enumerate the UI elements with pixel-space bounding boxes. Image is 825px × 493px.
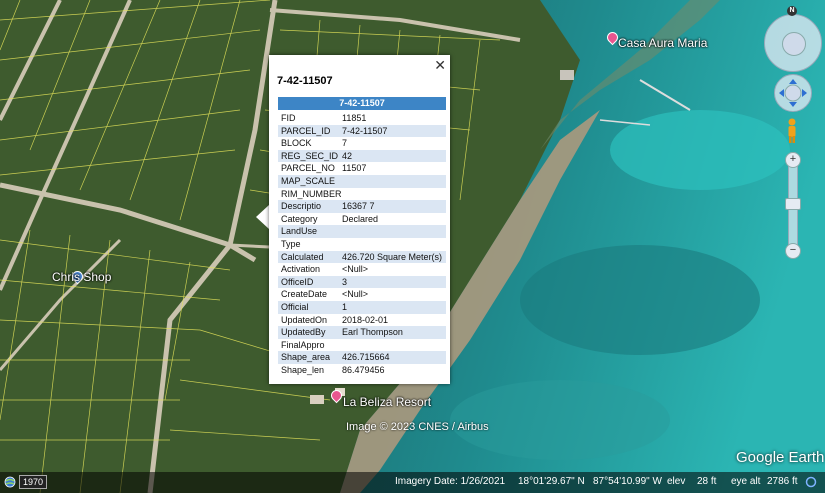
popup-pointer <box>256 205 269 229</box>
attribute-key: Descriptio <box>281 201 322 212</box>
attribute-key: Category <box>281 213 318 224</box>
elevation-value: 28 ft <box>697 476 717 487</box>
attribute-key: LandUse <box>281 226 318 237</box>
attribute-value: 2018-02-01 <box>342 314 389 325</box>
attribute-value: 86.479456 <box>342 364 385 375</box>
attribute-key: REG_SEC_ID <box>281 150 339 161</box>
attribute-value <box>342 188 446 201</box>
attribute-value: 16367 7 <box>342 201 375 212</box>
table-row: OfficeID 3 <box>278 275 446 289</box>
table-row: RIM_NUMBER <box>278 187 446 201</box>
attribute-key: CreateDate <box>281 289 328 300</box>
status-bar: 1970 Imagery Date: 1/26/2021 18°01'29.67… <box>0 472 825 493</box>
zoom-in-button[interactable]: + <box>785 152 801 168</box>
table-row: FID 11851 <box>278 112 446 125</box>
attribute-value: <Null> <box>342 264 369 275</box>
parcel-info-popup: ✕ 7-42-11507 7-42-11507 FID 11851 PARCEL_I… <box>269 55 450 384</box>
attribute-key: Type <box>281 238 301 249</box>
table-row: REG_SEC_ID 42 <box>278 149 446 163</box>
longitude-readout: 87°54'10.99" W <box>593 476 662 487</box>
table-row: UpdatedOn 2018-02-01 <box>278 313 446 327</box>
attribute-value: 426.720 Square Meter(s) <box>342 251 443 262</box>
table-row: LandUse <box>278 225 446 238</box>
table-row: Descriptio 16367 7 <box>278 200 446 213</box>
streaming-status-icon <box>805 476 817 488</box>
imagery-date: Imagery Date: 1/26/2021 <box>395 476 506 487</box>
hand-pan-icon <box>779 79 807 107</box>
attribute-value <box>342 339 446 352</box>
attribute-key: Shape_len <box>281 364 325 375</box>
table-row: Shape_len 86.479456 <box>278 363 446 377</box>
attribute-key: Shape_area <box>281 352 331 363</box>
street-view-pegman-icon[interactable] <box>787 118 797 144</box>
attribute-value <box>342 225 446 238</box>
attribute-value: 11507 <box>342 163 367 174</box>
attribute-value: 426.715664 <box>342 352 390 363</box>
attribute-table-header: 7-42-11507 <box>278 97 446 110</box>
popup-title: 7-42-11507 <box>277 75 333 87</box>
look-around-control[interactable] <box>774 74 812 112</box>
attribute-value <box>342 175 446 188</box>
attribute-value: 7 <box>342 138 348 149</box>
attribute-key: UpdatedOn <box>281 314 328 325</box>
table-row: Type <box>278 237 446 251</box>
table-row: PARCEL_NO 11507 <box>278 162 446 175</box>
attribute-value: 7-42-11507 <box>342 125 388 136</box>
table-row: Category Declared <box>278 212 446 226</box>
place-label-casa[interactable]: Casa Aura Maria <box>618 36 707 50</box>
attribute-value: Earl Thompson <box>342 327 403 338</box>
attribute-key: PARCEL_NO <box>281 163 335 174</box>
attribute-key: PARCEL_ID <box>281 125 331 136</box>
zoom-slider-knob[interactable] <box>785 198 801 210</box>
attribute-key: OfficeID <box>281 276 314 287</box>
attribute-key: FID <box>281 113 296 123</box>
globe-icon <box>4 476 16 488</box>
table-row: UpdatedBy Earl Thompson <box>278 326 446 339</box>
attribute-value <box>342 238 446 251</box>
attribute-key: RIM_NUMBER <box>281 188 342 199</box>
table-row: PARCEL_ID 7-42-11507 <box>278 124 446 138</box>
attribute-value: Declared <box>342 213 379 224</box>
attribute-key: Calculated <box>281 251 324 262</box>
table-row: MAP_SCALE <box>278 174 446 188</box>
place-label-chris[interactable]: Chris Shop <box>52 270 111 284</box>
attribute-value: 42 <box>342 150 353 161</box>
north-indicator[interactable]: N <box>787 6 797 16</box>
compass-navigation-ring[interactable] <box>764 14 822 72</box>
attribute-value: 11851 <box>342 113 367 123</box>
table-row: Shape_area 426.715664 <box>278 351 446 364</box>
attribute-key: MAP_SCALE <box>281 175 336 186</box>
scale-legend: 1970 <box>4 475 48 489</box>
attribute-key: Official <box>281 301 309 312</box>
close-icon[interactable]: ✕ <box>434 57 446 74</box>
attribute-key: UpdatedBy <box>281 327 326 338</box>
elevation-label: elev <box>667 476 686 487</box>
attribute-value: 3 <box>342 276 348 287</box>
attribute-key: Activation <box>281 264 321 275</box>
attribute-key: BLOCK <box>281 138 312 149</box>
attribute-key: FinalAppro <box>281 339 325 350</box>
table-row: CreateDate <Null> <box>278 288 446 301</box>
imagery-attribution: Image © 2023 CNES / Airbus <box>346 421 489 433</box>
zoom-out-button[interactable]: − <box>785 243 801 259</box>
place-label-resort[interactable]: La Beliza Resort <box>343 395 431 409</box>
eye-icon[interactable] <box>782 32 806 56</box>
table-row: Official 1 <box>278 300 446 314</box>
table-row: Activation <Null> <box>278 263 446 276</box>
table-row: FinalAppro <box>278 338 446 352</box>
table-row: Calculated 426.720 Square Meter(s) <box>278 250 446 264</box>
latitude-readout: 18°01'29.67" N <box>518 476 585 487</box>
scale-value: 1970 <box>19 475 48 489</box>
eye-altitude-label: eye alt <box>731 476 761 487</box>
attribute-value: 1 <box>342 301 348 312</box>
table-row: BLOCK 7 <box>278 137 446 150</box>
attribute-table: FID 11851 PARCEL_ID 7-42-11507 BLOCK 7 REG_SEC… <box>278 112 446 377</box>
eye-altitude-value: 2786 ft <box>767 476 798 487</box>
attribute-value: <Null> <box>342 289 369 300</box>
google-earth-logo: Google Earth <box>736 449 825 466</box>
